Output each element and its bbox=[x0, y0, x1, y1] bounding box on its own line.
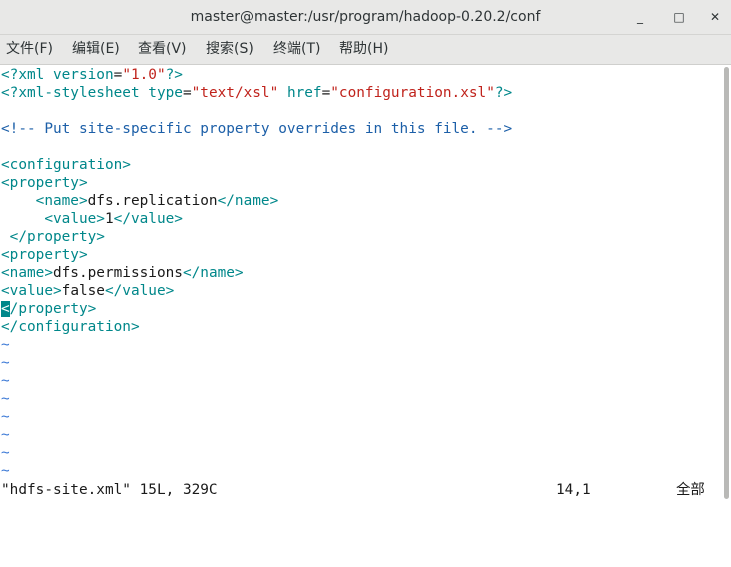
equals-sign: = bbox=[182, 85, 192, 101]
maximize-button[interactable]: □ bbox=[670, 8, 688, 26]
value-open-tag: <value> bbox=[1, 283, 62, 299]
empty-line-tilde: ~ bbox=[1, 409, 10, 425]
editor-line-14: </property> bbox=[1, 300, 96, 318]
menu-bar: 文件(F) 编辑(E) 查看(V) 搜索(S) 终端(T) 帮助(H) bbox=[0, 35, 731, 65]
xml-decl-open: <?xml bbox=[1, 67, 53, 83]
window-title: master@master:/usr/program/hadoop-0.20.2… bbox=[190, 9, 541, 25]
xml-decl-close: ?> bbox=[165, 67, 183, 83]
empty-line-tilde: ~ bbox=[1, 391, 10, 407]
scroll-position: 全部 bbox=[676, 482, 705, 498]
editor-line-2: <?xml-stylesheet type="text/xsl" href="c… bbox=[1, 84, 512, 102]
value-text: false bbox=[61, 283, 105, 299]
empty-line-tilde: ~ bbox=[1, 463, 10, 479]
name-close-tag: </name> bbox=[182, 265, 244, 281]
empty-line-tilde: ~ bbox=[1, 355, 10, 371]
editor-line-11: <property> bbox=[1, 247, 88, 263]
close-button[interactable]: ✕ bbox=[706, 8, 724, 26]
editor-line-7: <property> bbox=[1, 175, 88, 191]
equals-sign: = bbox=[113, 67, 123, 83]
terminal-editor[interactable]: <?xml version="1.0"?> <?xml-stylesheet t… bbox=[0, 65, 722, 479]
vertical-scrollbar[interactable] bbox=[722, 65, 731, 501]
type-value: "text/xsl" bbox=[191, 85, 279, 101]
xml-version-value: "1.0" bbox=[122, 67, 166, 83]
minimize-button[interactable]: _ bbox=[631, 8, 649, 26]
editor-line-9: <value>1</value> bbox=[1, 210, 183, 228]
href-value: "configuration.xsl" bbox=[330, 85, 495, 101]
stylesheet-close: ?> bbox=[494, 85, 513, 101]
href-attr: href bbox=[286, 85, 322, 101]
editor-line-6: <configuration> bbox=[1, 157, 131, 173]
editor-line-4-comment: <!-- Put site-specific property override… bbox=[1, 121, 513, 137]
editor-line-12: <name>dfs.permissions</name> bbox=[1, 264, 244, 282]
title-bar: master@master:/usr/program/hadoop-0.20.2… bbox=[0, 0, 731, 35]
stylesheet-open: <?xml-stylesheet bbox=[1, 85, 149, 101]
menu-terminal[interactable]: 终端(T) bbox=[273, 35, 320, 64]
cursor-position: 14,1 bbox=[556, 482, 591, 498]
value-close-tag: </value> bbox=[113, 211, 183, 227]
name-value: dfs.permissions bbox=[52, 265, 183, 281]
vim-status-line: "hdfs-site.xml" 15L, 329C 14,1 全部 bbox=[0, 479, 722, 501]
name-close-tag: </name> bbox=[217, 193, 279, 209]
file-info: "hdfs-site.xml" 15L, 329C bbox=[1, 482, 218, 498]
empty-line-tilde: ~ bbox=[1, 427, 10, 443]
menu-search[interactable]: 搜索(S) bbox=[206, 35, 254, 64]
menu-view[interactable]: 查看(V) bbox=[138, 35, 187, 64]
editor-line-10: </property> bbox=[1, 229, 105, 245]
editor-line-15: </configuration> bbox=[1, 319, 140, 335]
menu-edit[interactable]: 编辑(E) bbox=[72, 35, 120, 64]
text-cursor: < bbox=[1, 301, 10, 317]
menu-help[interactable]: 帮助(H) bbox=[339, 35, 388, 64]
name-open-tag: <name> bbox=[35, 193, 88, 209]
type-attr: type bbox=[148, 85, 183, 101]
equals-sign: = bbox=[321, 85, 331, 101]
value-text: 1 bbox=[104, 211, 114, 227]
property-close-rest: /property> bbox=[9, 301, 97, 317]
xml-version-attr: version bbox=[52, 67, 114, 83]
empty-line-tilde: ~ bbox=[1, 337, 10, 353]
empty-line-tilde: ~ bbox=[1, 373, 10, 389]
empty-line-tilde: ~ bbox=[1, 445, 10, 461]
editor-line-13: <value>false</value> bbox=[1, 282, 174, 300]
value-close-tag: </value> bbox=[104, 283, 175, 299]
name-value: dfs.replication bbox=[87, 193, 218, 209]
menu-file[interactable]: 文件(F) bbox=[6, 35, 53, 64]
value-open-tag: <value> bbox=[44, 211, 105, 227]
editor-line-8: <name>dfs.replication</name> bbox=[1, 192, 279, 210]
scrollbar-thumb[interactable] bbox=[724, 67, 729, 499]
editor-line-1: <?xml version="1.0"?> bbox=[1, 66, 183, 84]
name-open-tag: <name> bbox=[1, 265, 53, 281]
